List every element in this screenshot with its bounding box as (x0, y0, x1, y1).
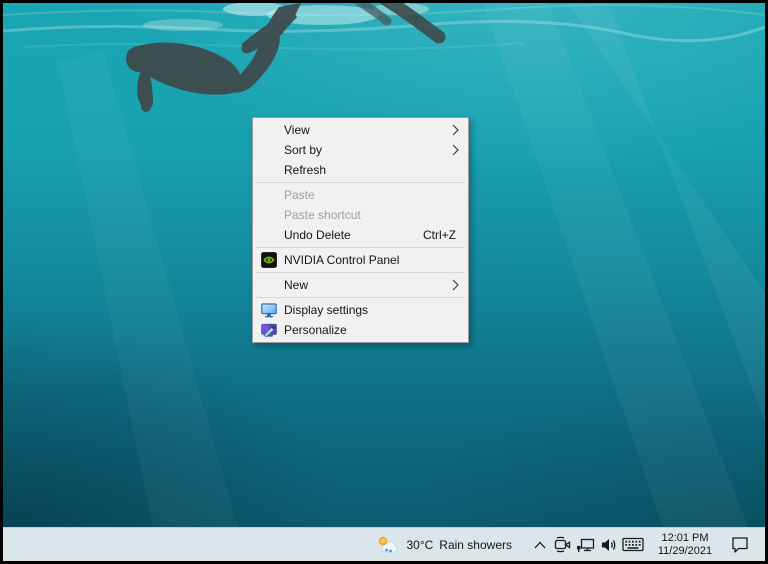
menu-item-label: Sort by (284, 143, 323, 157)
taskbar-weather-widget[interactable]: 30°C Rain showers (370, 528, 518, 562)
menu-item-label: Paste shortcut (284, 208, 361, 222)
sun-rain-icon (379, 536, 399, 552)
menu-item-label: Personalize (284, 323, 347, 337)
action-center-icon (732, 537, 748, 553)
menu-item-personalize[interactable]: Personalize (253, 320, 468, 340)
show-hidden-icons-button[interactable] (528, 528, 551, 562)
chevron-right-icon (452, 124, 459, 136)
menu-separator (256, 297, 465, 298)
menu-item-label: Undo Delete (284, 228, 351, 242)
menu-item-label: New (284, 278, 309, 292)
chevron-right-icon (452, 279, 459, 291)
desktop-context-menu: View Sort by Refresh Paste Paste shortcu… (252, 117, 469, 343)
menu-item-display-settings[interactable]: Display settings (253, 300, 468, 320)
meet-now-button[interactable] (551, 528, 574, 562)
menu-separator (256, 272, 465, 273)
personalize-icon (253, 323, 284, 338)
touch-keyboard-button[interactable] (620, 528, 646, 562)
menu-item-refresh[interactable]: Refresh (253, 160, 468, 180)
display-icon (253, 302, 284, 318)
volume-button[interactable] (597, 528, 620, 562)
weather-temperature: 30°C (406, 537, 434, 552)
menu-separator (256, 247, 465, 248)
menu-separator (256, 182, 465, 183)
network-icon (577, 538, 595, 552)
menu-item-label: Paste (284, 188, 315, 202)
menu-item-nvidia-control-panel[interactable]: NVIDIA Control Panel (253, 250, 468, 270)
screenshot-frame: View Sort by Refresh Paste Paste shortcu… (0, 0, 768, 564)
meet-now-icon (554, 536, 571, 553)
menu-item-sort-by[interactable]: Sort by (253, 140, 468, 160)
clock-date: 11/29/2021 (657, 544, 713, 557)
menu-item-label: View (284, 123, 310, 137)
menu-item-undo-delete[interactable]: Undo Delete Ctrl+Z (253, 225, 468, 245)
menu-item-label: Refresh (284, 163, 327, 177)
desktop-wallpaper[interactable]: View Sort by Refresh Paste Paste shortcu… (3, 3, 765, 527)
menu-item-new[interactable]: New (253, 275, 468, 295)
menu-item-label: Display settings (284, 303, 369, 317)
volume-icon (601, 538, 615, 551)
taskbar-clock[interactable]: 12:01 PM 11/29/2021 (650, 528, 720, 562)
nvidia-icon (253, 252, 284, 268)
menu-item-paste: Paste (253, 185, 468, 205)
weather-condition: Rain showers (439, 537, 512, 552)
clock-time: 12:01 PM (661, 531, 709, 544)
menu-item-view[interactable]: View (253, 120, 468, 140)
menu-item-shortcut: Ctrl+Z (423, 228, 456, 242)
menu-item-label: NVIDIA Control Panel (284, 253, 400, 267)
taskbar: 30°C Rain showers 12:01 PM 11/29/2021 (3, 527, 765, 561)
action-center-button[interactable] (724, 528, 756, 562)
touch-keyboard-icon (622, 537, 644, 552)
network-button[interactable] (574, 528, 597, 562)
chevron-up-icon (534, 541, 545, 548)
chevron-right-icon (452, 144, 459, 156)
menu-item-paste-shortcut: Paste shortcut (253, 205, 468, 225)
